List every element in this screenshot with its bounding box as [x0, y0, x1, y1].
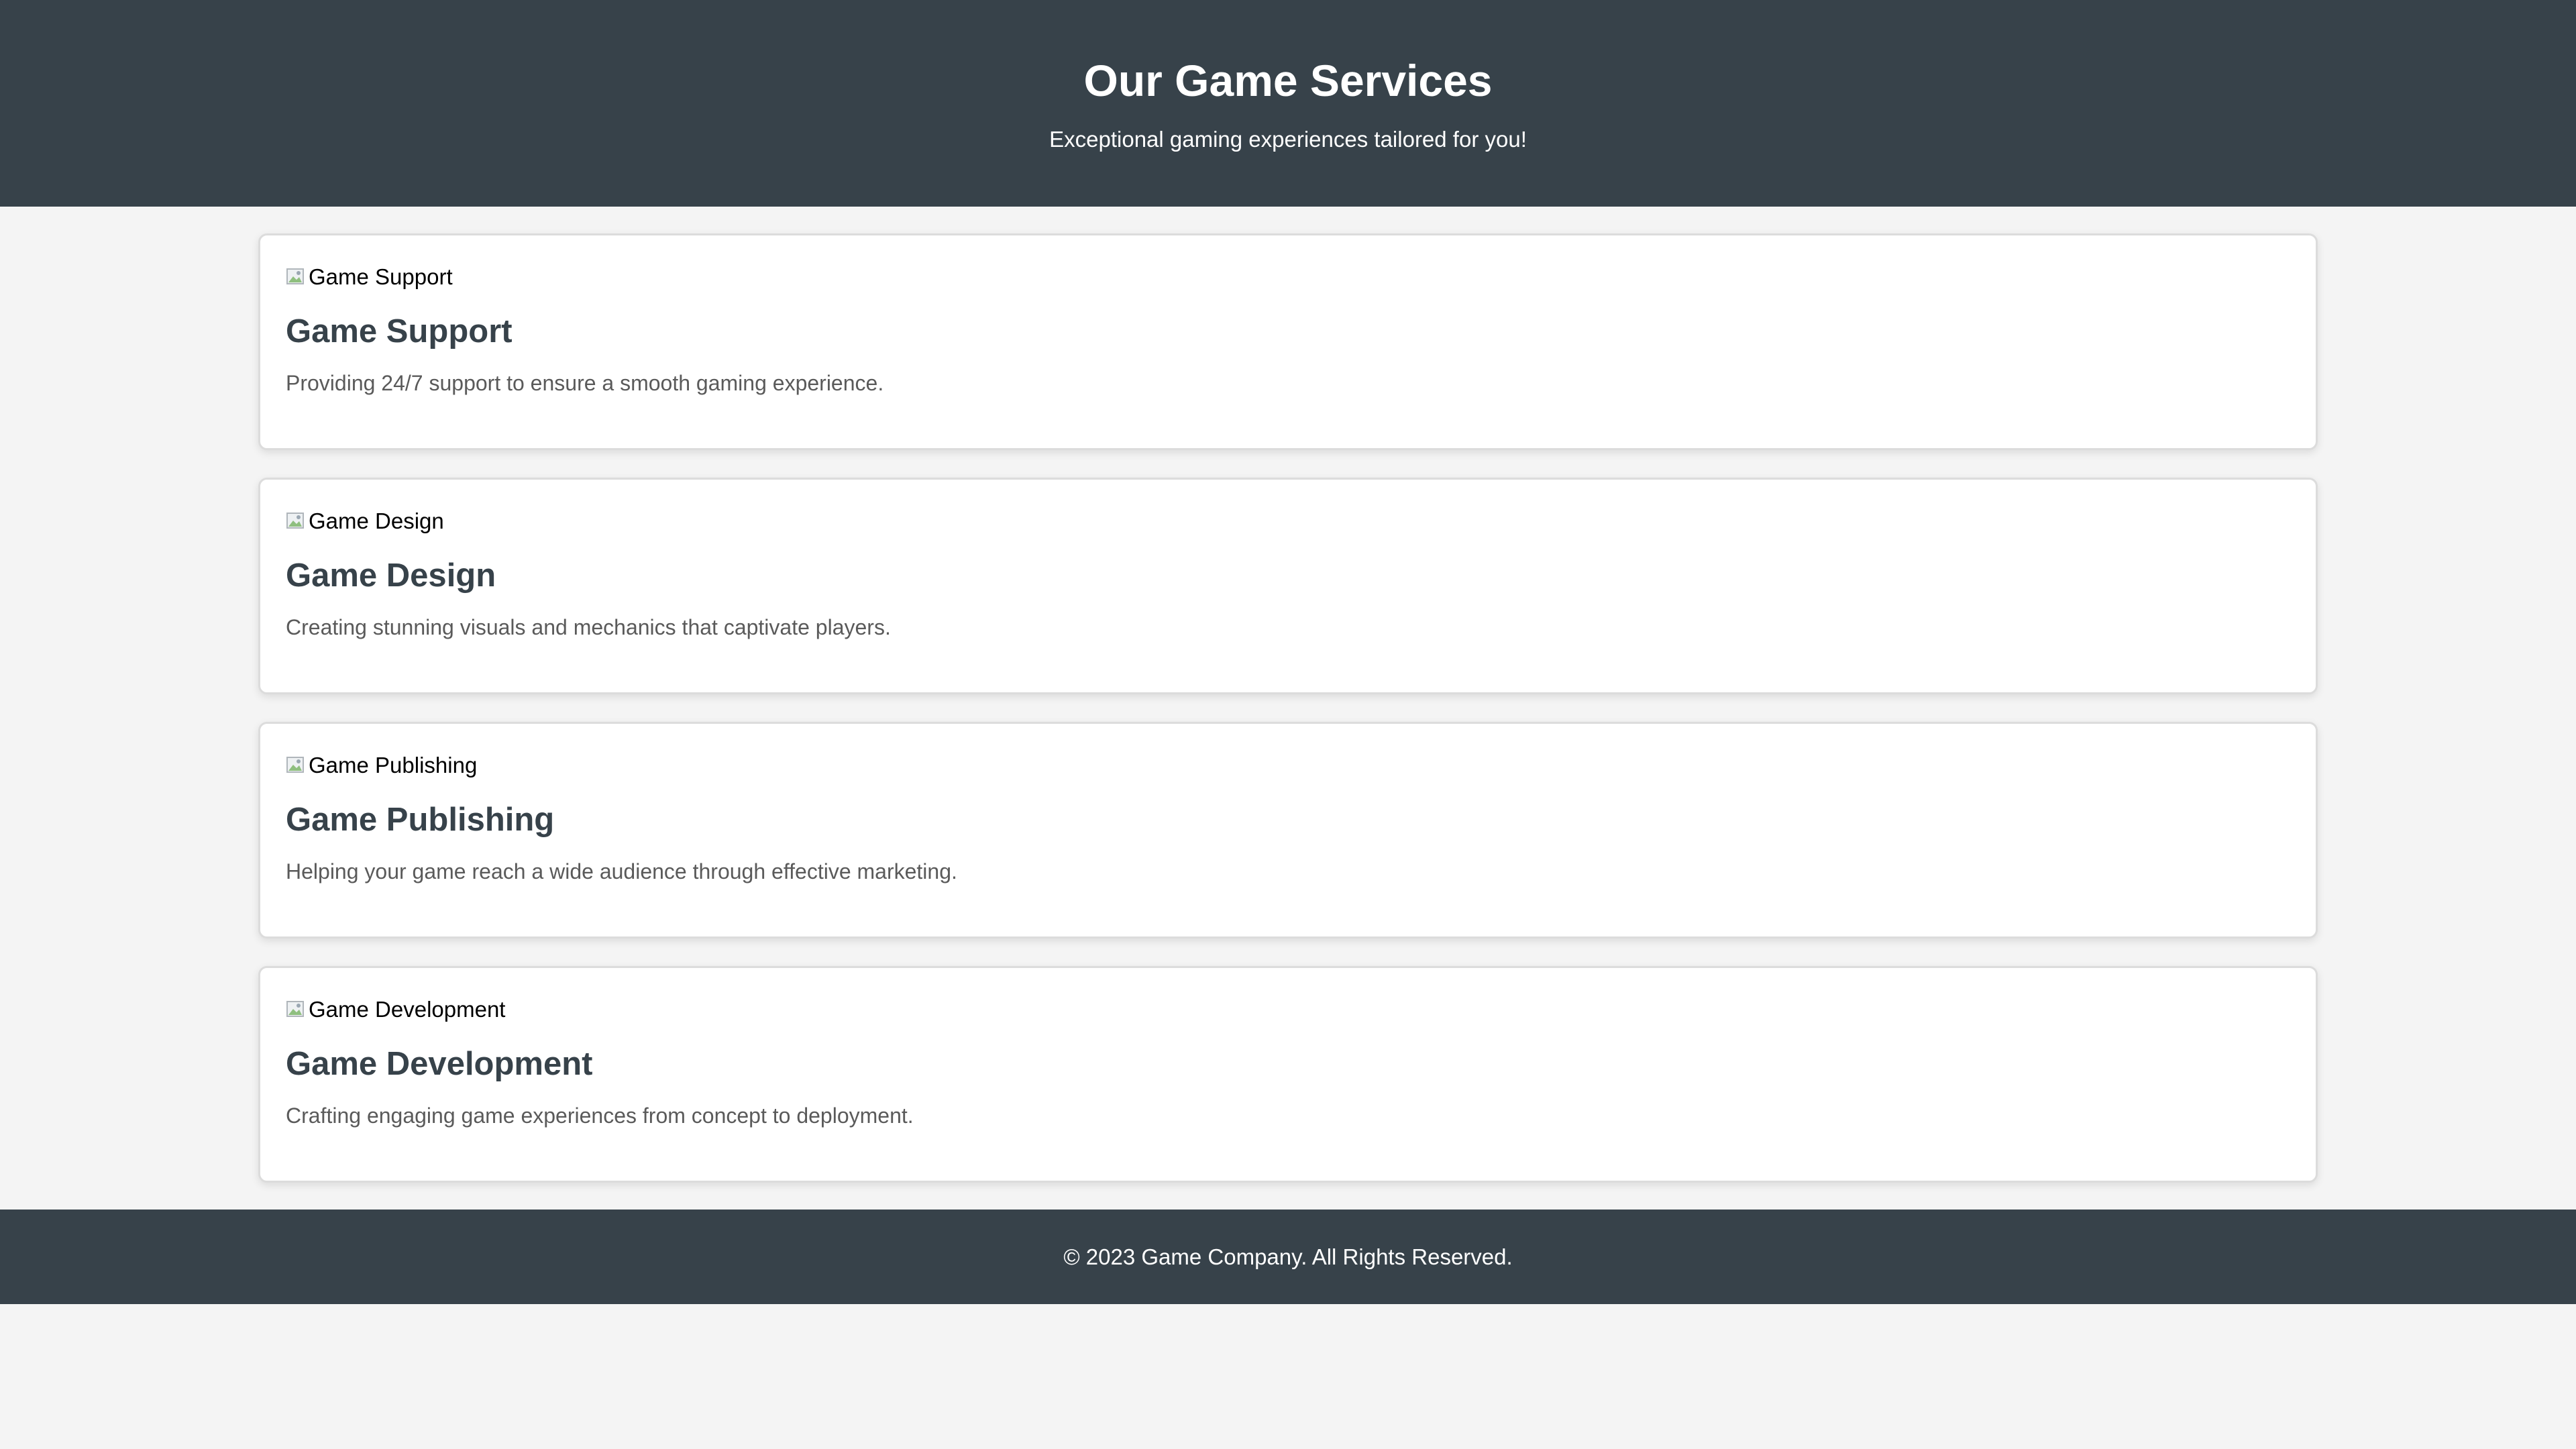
site-footer: © 2023 Game Company. All Rights Reserved…	[0, 1210, 2576, 1304]
service-card-game-publishing: Game Publishing Game Publishing Helping …	[258, 722, 2318, 938]
service-image-alt: Game Support	[309, 264, 453, 289]
page-title: Our Game Services	[1083, 56, 1493, 105]
service-image: Game Publishing	[286, 749, 2290, 782]
service-title: Game Design	[286, 557, 496, 594]
service-title: Game Publishing	[286, 802, 555, 838]
service-image: Game Design	[286, 505, 2290, 537]
service-title: Game Development	[286, 1046, 593, 1082]
service-image: Game Development	[286, 994, 2290, 1026]
broken-image-icon	[286, 511, 307, 532]
service-image: Game Support	[286, 261, 2290, 293]
page-subtitle: Exceptional gaming experiences tailored …	[1049, 127, 1527, 152]
service-description: Helping your game reach a wide audience …	[286, 859, 957, 883]
broken-image-icon	[286, 266, 307, 288]
broken-image-icon	[286, 755, 307, 776]
service-image-alt: Game Publishing	[309, 753, 478, 777]
copyright-text: © 2023 Game Company. All Rights Reserved…	[1063, 1244, 1513, 1269]
service-title: Game Support	[286, 313, 513, 350]
services-list: Game Support Game Support Providing 24/7…	[258, 207, 2318, 1183]
service-card-game-development: Game Development Game Development Crafti…	[258, 966, 2318, 1183]
service-description: Providing 24/7 support to ensure a smoot…	[286, 371, 884, 395]
service-description: Crafting engaging game experiences from …	[286, 1104, 914, 1128]
service-image-alt: Game Development	[309, 997, 506, 1022]
service-description: Creating stunning visuals and mechanics …	[286, 615, 891, 639]
service-image-alt: Game Design	[309, 508, 444, 533]
service-card-game-design: Game Design Game Design Creating stunnin…	[258, 478, 2318, 694]
site-header: Our Game Services Exceptional gaming exp…	[0, 0, 2576, 207]
service-card-game-support: Game Support Game Support Providing 24/7…	[258, 233, 2318, 450]
broken-image-icon	[286, 999, 307, 1020]
